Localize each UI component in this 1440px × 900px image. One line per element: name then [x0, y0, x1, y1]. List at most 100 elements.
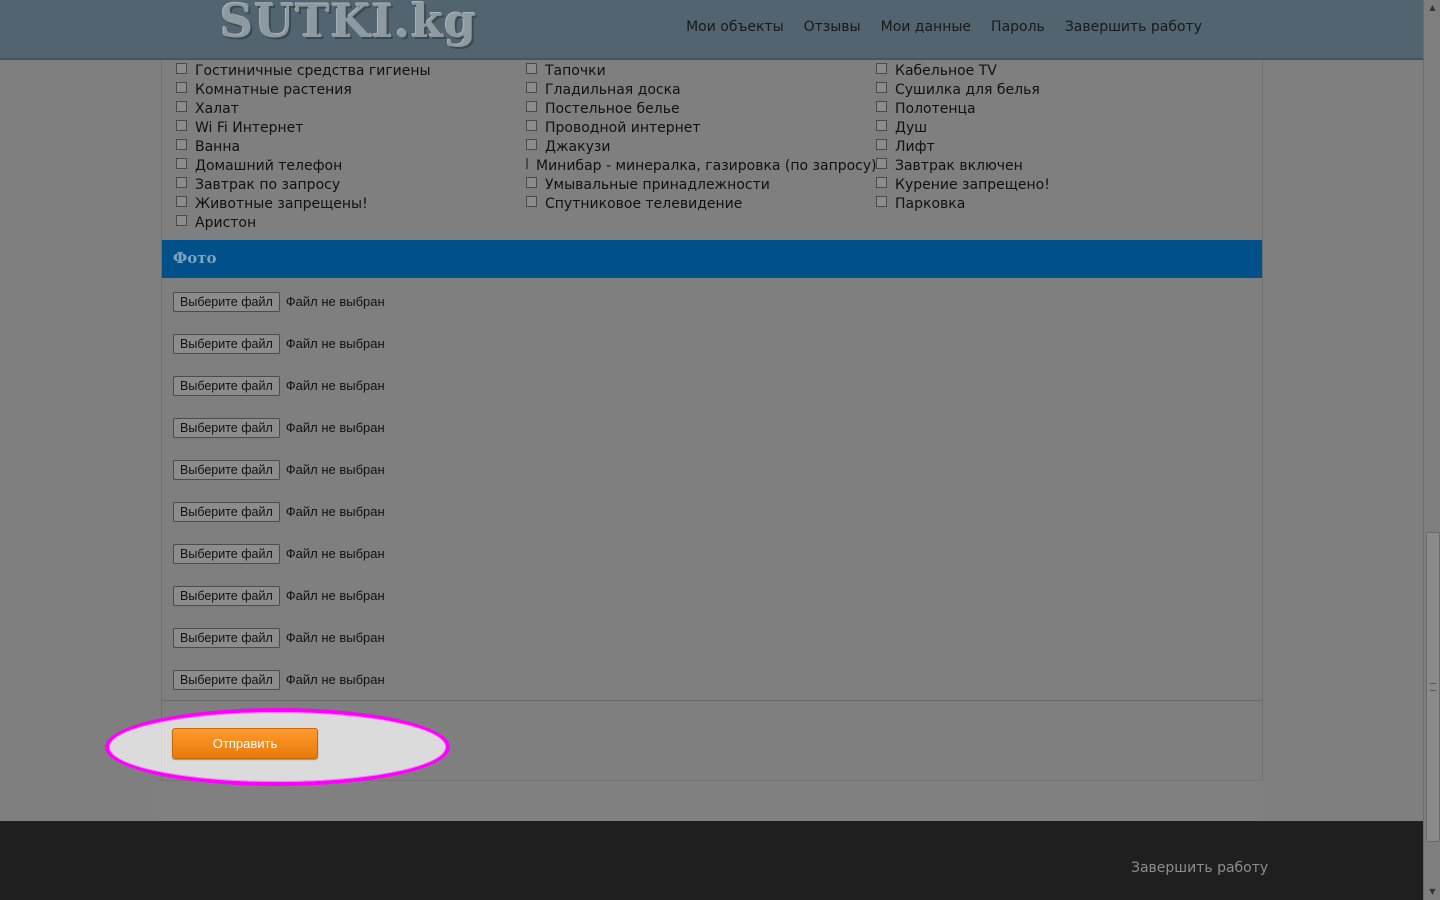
amenity-option[interactable]: Минибар - минералка, газировка (по запро… [526, 157, 877, 176]
amenity-checkbox[interactable] [526, 101, 537, 112]
amenity-option[interactable]: Джакузи [526, 138, 866, 157]
amenity-checkbox[interactable] [176, 101, 187, 112]
amenity-label: Спутниковое телевидение [545, 196, 743, 212]
choose-file-button[interactable]: Выберите файл [173, 376, 280, 396]
amenity-label: Завтрак по запросу [195, 177, 341, 193]
amenity-option[interactable]: Гладильная доска [526, 81, 866, 100]
amenity-checkbox[interactable] [176, 120, 187, 131]
amenity-option[interactable]: Кабельное TV [876, 62, 1216, 81]
photo-upload-row: Выберите файл Файл не выбран [173, 586, 385, 628]
amenities-column-3: Кабельное TV Сушилка для белья Полотенца Ду… [876, 62, 1216, 214]
amenity-label: Минибар - минералка, газировка (по запро… [536, 158, 877, 174]
file-status-text: Файл не выбран [285, 420, 385, 435]
amenity-option[interactable]: Гостиничные средства гигиены [176, 62, 516, 81]
amenity-option[interactable]: Тапочки [526, 62, 866, 81]
amenity-checkbox[interactable] [526, 139, 537, 150]
choose-file-button[interactable]: Выберите файл [173, 292, 280, 312]
amenity-option[interactable]: Лифт [876, 138, 1216, 157]
amenity-label: Парковка [895, 196, 966, 212]
amenity-label: Гостиничные средства гигиены [195, 63, 431, 79]
amenity-option[interactable]: Сушилка для белья [876, 81, 1216, 100]
amenity-option[interactable]: Полотенца [876, 100, 1216, 119]
scroll-thumb[interactable] [1426, 532, 1440, 842]
file-status-text: Файл не выбран [285, 630, 385, 645]
amenity-checkbox[interactable] [526, 158, 528, 169]
amenity-option[interactable]: Душ [876, 119, 1216, 138]
amenity-checkbox[interactable] [876, 139, 887, 150]
amenity-label: Комнатные растения [195, 82, 352, 98]
submit-area: Отправить [162, 701, 1262, 780]
amenity-label: Гладильная доска [545, 82, 681, 98]
footer-logout-link[interactable]: Завершить работу [1131, 860, 1268, 876]
nav-password[interactable]: Пароль [991, 19, 1045, 35]
photo-section-header: Фото [162, 240, 1262, 278]
amenity-checkbox[interactable] [526, 82, 537, 93]
amenity-label: Курение запрещено! [895, 177, 1050, 193]
amenity-checkbox[interactable] [876, 120, 887, 131]
amenity-option[interactable]: Проводной интернет [526, 119, 866, 138]
amenity-label: Аристон [195, 215, 257, 231]
file-status-text: Файл не выбран [285, 546, 385, 561]
amenity-checkbox[interactable] [876, 196, 887, 207]
amenity-checkbox[interactable] [176, 177, 187, 188]
amenity-option[interactable]: Парковка [876, 195, 1216, 214]
top-nav: Мои объекты Отзывы Мои данные Пароль Зав… [686, 19, 1202, 35]
amenity-label: Wi Fi Интернет [195, 120, 304, 136]
choose-file-button[interactable]: Выберите файл [173, 334, 280, 354]
amenity-checkbox[interactable] [876, 158, 887, 169]
amenity-label: Кабельное TV [895, 63, 997, 79]
amenity-checkbox[interactable] [176, 215, 187, 226]
amenity-option[interactable]: Завтрак по запросу [176, 176, 516, 195]
choose-file-button[interactable]: Выберите файл [173, 586, 280, 606]
amenities-column-1: Гостиничные средства гигиены Комнатные ра… [176, 62, 516, 233]
nav-logout[interactable]: Завершить работу [1065, 19, 1202, 35]
amenity-checkbox[interactable] [526, 120, 537, 131]
choose-file-button[interactable]: Выберите файл [173, 544, 280, 564]
photo-upload-row: Выберите файл Файл не выбран [173, 544, 385, 586]
amenity-option[interactable]: Комнатные растения [176, 81, 516, 100]
amenity-checkbox[interactable] [876, 63, 887, 74]
amenity-option[interactable]: Животные запрещены! [176, 195, 516, 214]
nav-my-objects[interactable]: Мои объекты [686, 19, 784, 35]
amenity-checkbox[interactable] [176, 139, 187, 150]
amenity-checkbox[interactable] [876, 101, 887, 112]
amenity-checkbox[interactable] [526, 63, 537, 74]
scroll-up-arrow-icon[interactable]: ▲ [1424, 0, 1440, 16]
amenity-option[interactable]: Курение запрещено! [876, 176, 1216, 195]
site-logo[interactable]: SUTKI.kg [220, 0, 477, 48]
form-panel: Гостиничные средства гигиены Комнатные ра… [161, 60, 1263, 780]
file-status-text: Файл не выбран [285, 672, 385, 687]
amenity-checkbox[interactable] [876, 177, 887, 188]
amenity-label: Животные запрещены! [195, 196, 368, 212]
amenity-checkbox[interactable] [176, 82, 187, 93]
amenity-option[interactable]: Умывальные принадлежности [526, 176, 866, 195]
amenity-option[interactable]: Wi Fi Интернет [176, 119, 516, 138]
nav-my-data[interactable]: Мои данные [881, 19, 971, 35]
nav-reviews[interactable]: Отзывы [804, 19, 861, 35]
choose-file-button[interactable]: Выберите файл [173, 502, 280, 522]
submit-button-highlighted[interactable]: Отправить [172, 728, 318, 759]
amenity-option[interactable]: Аристон [176, 214, 516, 233]
site-header: SUTKI.kg Мои объекты Отзывы Мои данные П… [0, 0, 1423, 60]
site-footer: Завершить работу [0, 821, 1423, 900]
amenity-option[interactable]: Завтрак включен [876, 157, 1216, 176]
choose-file-button[interactable]: Выберите файл [173, 670, 280, 690]
amenity-checkbox[interactable] [176, 158, 187, 169]
amenity-option[interactable]: Спутниковое телевидение [526, 195, 866, 214]
amenity-checkbox[interactable] [876, 82, 887, 93]
amenity-label: Джакузи [545, 139, 611, 155]
choose-file-button[interactable]: Выберите файл [173, 418, 280, 438]
vertical-scrollbar[interactable]: ▲ ▼ [1423, 0, 1440, 900]
amenity-checkbox[interactable] [526, 177, 537, 188]
amenity-checkbox[interactable] [526, 196, 537, 207]
panel-bottom-strip [159, 780, 1263, 821]
choose-file-button[interactable]: Выберите файл [173, 460, 280, 480]
amenity-option[interactable]: Домашний телефон [176, 157, 516, 176]
amenity-checkbox[interactable] [176, 196, 187, 207]
amenity-option[interactable]: Постельное белье [526, 100, 866, 119]
choose-file-button[interactable]: Выберите файл [173, 628, 280, 648]
amenity-checkbox[interactable] [176, 63, 187, 74]
amenity-option[interactable]: Халат [176, 100, 516, 119]
amenity-option[interactable]: Ванна [176, 138, 516, 157]
scroll-down-arrow-icon[interactable]: ▼ [1424, 884, 1440, 900]
